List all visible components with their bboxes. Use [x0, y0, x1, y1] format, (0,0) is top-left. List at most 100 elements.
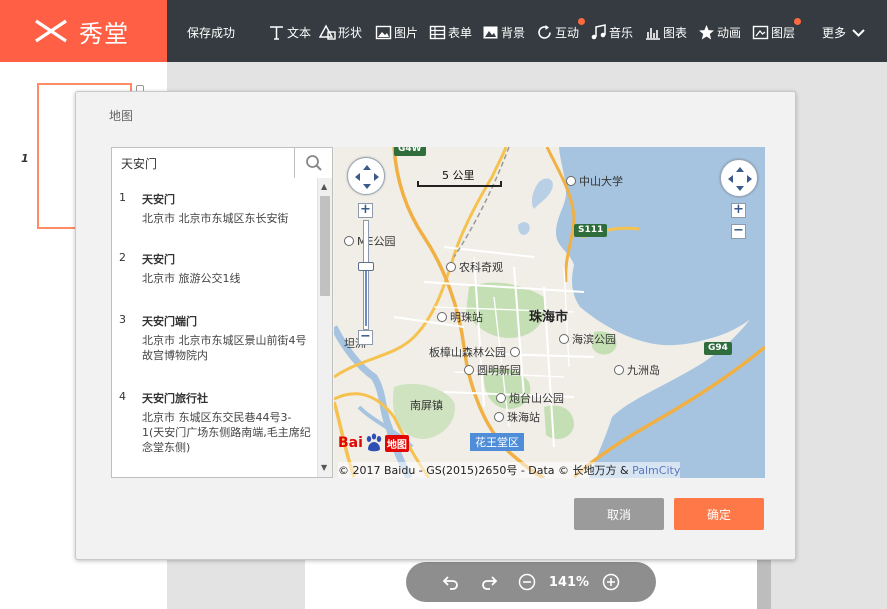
- toolbar-text-label: 文本: [287, 25, 312, 40]
- map-pan-control-left[interactable]: [347, 157, 385, 195]
- toolbar-layer-button[interactable]: 图层: [752, 22, 795, 42]
- map-zoom-slider-knob[interactable]: [358, 262, 374, 271]
- map-label-mingzhu: 明珠站: [437, 309, 483, 325]
- slider-fill: [365, 266, 367, 326]
- music-icon: [590, 23, 607, 41]
- pan-arrows-icon: [355, 165, 379, 189]
- toolbar-more-button[interactable]: 更多: [822, 22, 869, 42]
- toolbar-shape-button[interactable]: 形状: [319, 22, 362, 42]
- toolbar-shape-label: 形状: [338, 25, 363, 40]
- logo-text: 秀堂: [79, 19, 129, 48]
- app-logo[interactable]: 秀堂: [0, 0, 167, 62]
- zoom-in-icon[interactable]: [601, 572, 621, 592]
- toolbar-music-label: 音乐: [609, 25, 634, 40]
- poi-pin-icon: [614, 365, 624, 375]
- interact-badge-dot: [578, 18, 585, 25]
- shape-icon: [319, 24, 336, 41]
- chevron-down-icon: [850, 24, 867, 41]
- layer-icon: [752, 24, 769, 41]
- map-zoom-out-button[interactable]: −: [358, 330, 373, 345]
- page-shadow: [757, 555, 771, 609]
- zoom-toolbar: 141%: [406, 562, 656, 602]
- text-icon: [268, 24, 285, 41]
- search-box: [111, 147, 333, 179]
- search-button[interactable]: [294, 148, 332, 178]
- road-shield-s111: S111: [574, 224, 608, 237]
- toolbar-form-button[interactable]: 表单: [429, 22, 472, 42]
- save-status: 保存成功: [187, 26, 236, 40]
- result-name: 天安门: [142, 253, 175, 266]
- results-scrollbar[interactable]: ▲ ▼: [317, 178, 332, 477]
- map-label-banzhangshan: 板樟山森林公园: [429, 344, 523, 360]
- palmcity-link[interactable]: PalmCity: [632, 464, 680, 477]
- toolbar-chart-button[interactable]: 图表: [644, 22, 687, 42]
- result-number: 3: [119, 313, 126, 326]
- toolbar-interact-button[interactable]: 互动: [536, 22, 579, 42]
- baidu-logo-map-text: 地图: [384, 434, 409, 452]
- map-zoom-in-button-right[interactable]: +: [731, 203, 746, 218]
- baidu-map[interactable]: G4W S111 G94 中山大学 ME公园 农科奇观 明珠站 珠海市 板樟山森…: [334, 147, 765, 478]
- poi-pin-icon: [446, 262, 456, 272]
- map-label-yuanming: 圆明新园: [464, 362, 521, 378]
- map-label-me-park: ME公园: [344, 233, 395, 249]
- station-icon: [437, 312, 447, 322]
- image-icon: [375, 24, 392, 41]
- map-dialog: 地图 1 天安门 北京市 北京市东城区东长安街 2 天安门 北京市 旅游公交1线…: [75, 91, 796, 560]
- map-zoom-in-button[interactable]: +: [358, 203, 373, 218]
- result-number: 1: [119, 191, 126, 204]
- map-label-nanping: 南屏镇: [410, 399, 443, 412]
- toolbar-music-button[interactable]: 音乐: [590, 22, 633, 42]
- zoom-out-icon[interactable]: [517, 572, 537, 592]
- scroll-up-arrow-icon[interactable]: ▲: [321, 183, 329, 191]
- poi-pin-icon: [509, 347, 520, 357]
- toolbar-image-label: 图片: [394, 25, 419, 40]
- search-input[interactable]: [112, 148, 295, 178]
- baidu-logo-text: Bai: [338, 435, 363, 451]
- star-icon: [698, 24, 715, 41]
- map-pan-control-right[interactable]: [720, 159, 758, 197]
- map-scale-bar: [417, 181, 502, 187]
- toolbar-interact-label: 互动: [555, 25, 580, 40]
- map-zoom-slider[interactable]: [363, 220, 369, 330]
- logo-icon: [35, 19, 67, 43]
- chart-icon: [644, 24, 661, 41]
- form-icon: [429, 24, 446, 41]
- poi-pin-icon: [464, 365, 474, 375]
- poi-pin-icon: [344, 236, 354, 246]
- toolbar-image-button[interactable]: 图片: [375, 22, 418, 42]
- toolbar-animation-button[interactable]: 动画: [698, 22, 741, 42]
- toolbar-background-button[interactable]: 背景: [482, 22, 525, 42]
- background-icon: [482, 24, 499, 41]
- search-results-list: 1 天安门 北京市 北京市东城区东长安街 2 天安门 北京市 旅游公交1线 3 …: [111, 178, 333, 478]
- toolbar-layer-label: 图层: [771, 25, 796, 40]
- page-number: 1: [21, 152, 29, 165]
- redo-icon[interactable]: [479, 572, 499, 592]
- station-icon: [494, 412, 504, 422]
- poi-pin-icon: [496, 393, 506, 403]
- baidu-logo[interactable]: Bai 地图: [338, 431, 409, 455]
- poi-pin-icon: [566, 176, 576, 186]
- toolbar-chart-label: 图表: [663, 25, 688, 40]
- scroll-down-arrow-icon[interactable]: ▼: [321, 464, 329, 472]
- zoom-level: 141%: [548, 574, 590, 590]
- confirm-button[interactable]: 确定: [674, 498, 764, 530]
- scrollbar-thumb[interactable]: [320, 196, 330, 296]
- result-number: 2: [119, 251, 126, 264]
- poi-pin-icon: [559, 334, 569, 344]
- road-shield-g4w: G4W: [394, 147, 426, 156]
- cancel-button[interactable]: 取消: [574, 498, 664, 530]
- map-copyright: © 2017 Baidu - GS(2015)2650号 - Data © 长地…: [338, 462, 681, 478]
- result-address: 北京市 北京市东城区东长安街: [142, 212, 289, 225]
- map-label-paotai: 炮台山公园: [496, 390, 564, 406]
- result-address: 北京市 东城区东交民巷44号3-1(天安门广场东侧路南端,毛主席纪念堂东侧): [142, 411, 311, 454]
- result-address: 北京市 旅游公交1线: [142, 272, 241, 285]
- road-shield-g94: G94: [704, 342, 732, 355]
- toolbar-background-label: 背景: [501, 25, 526, 40]
- map-zoom-out-button-right[interactable]: −: [731, 224, 746, 239]
- map-label-zhuhai-station: 珠海站: [494, 409, 540, 425]
- undo-icon[interactable]: [441, 572, 461, 592]
- top-toolbar: 秀堂 保存成功 文本 形状 图片 表单 背景 互动 音乐 图表 动画 图层 更多: [0, 0, 887, 62]
- toolbar-more-label: 更多: [822, 25, 847, 40]
- pan-arrows-icon: [728, 167, 752, 191]
- toolbar-text-button[interactable]: 文本: [268, 22, 311, 42]
